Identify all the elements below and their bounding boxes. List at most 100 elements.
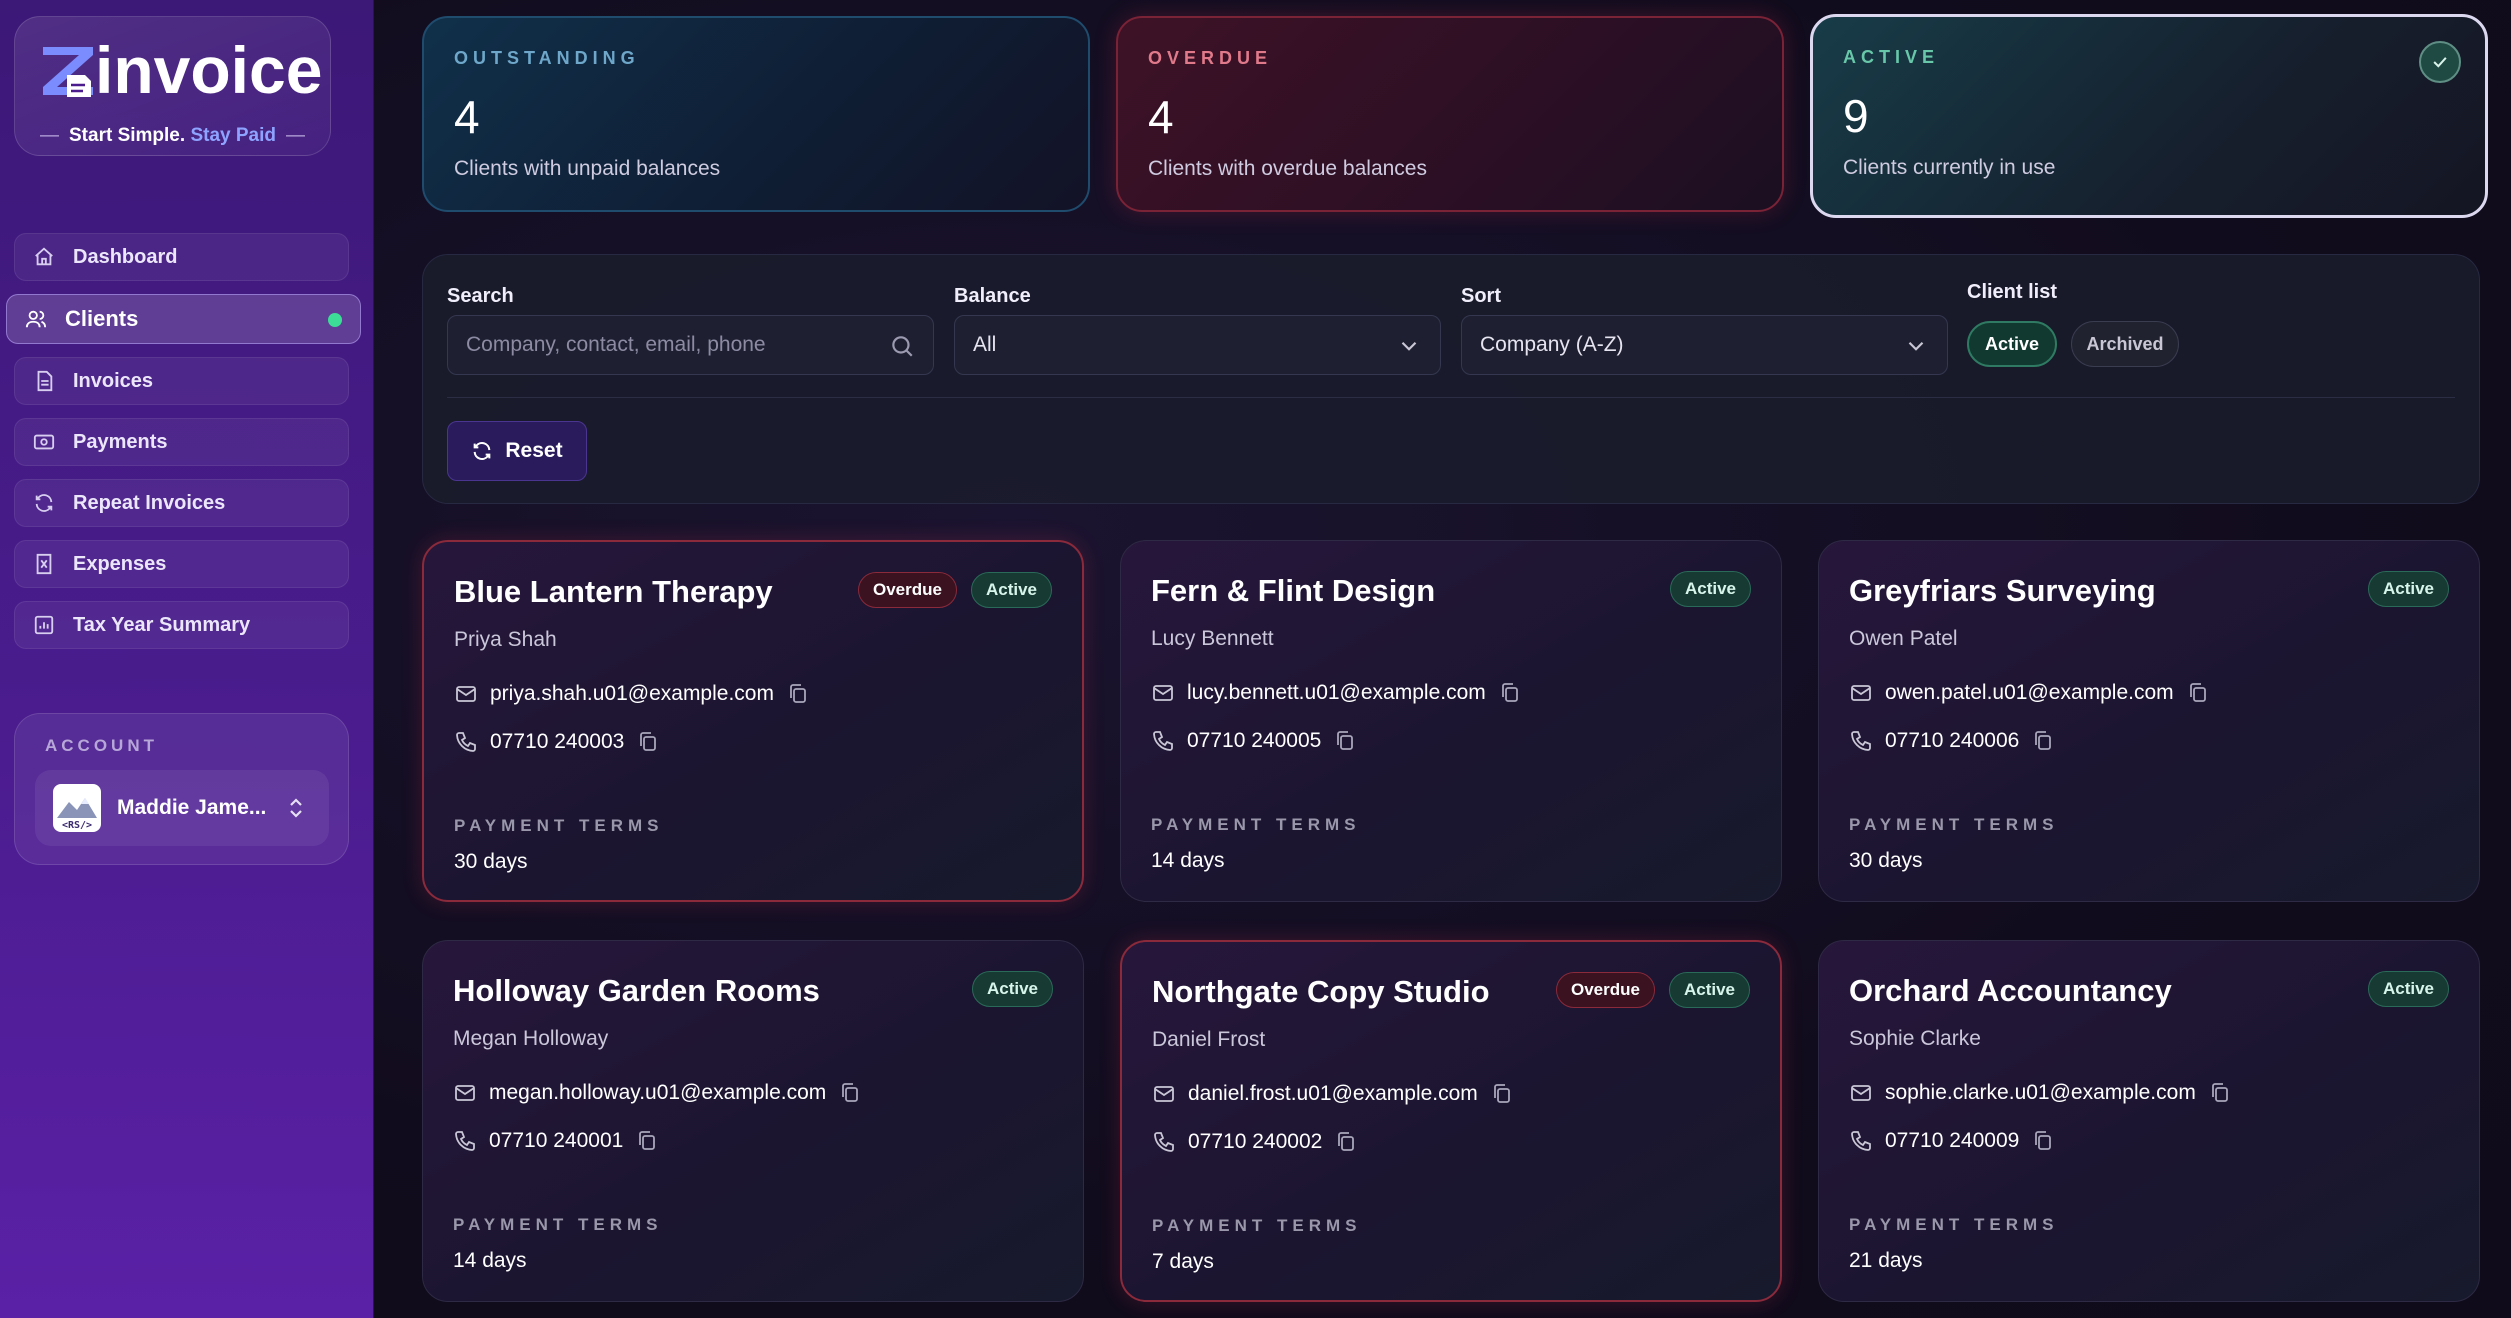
client-company: Greyfriars Surveying bbox=[1849, 573, 2156, 608]
stat-card-active[interactable]: ACTIVE 9 Clients currently in use bbox=[1810, 14, 2488, 218]
payment-terms-label: PAYMENT TERMS bbox=[1151, 815, 1361, 834]
sidebar-item-label: Payments bbox=[73, 430, 168, 453]
sidebar-item-label: Clients bbox=[65, 306, 139, 331]
active-indicator-dot bbox=[328, 313, 342, 327]
active-badge: Active bbox=[971, 971, 1053, 1007]
mail-icon bbox=[1152, 1082, 1176, 1106]
copy-icon[interactable] bbox=[1335, 730, 1355, 752]
client-email[interactable]: lucy.bennett.u01@example.com bbox=[1187, 681, 1486, 705]
client-phone[interactable]: 07710 240003 bbox=[490, 730, 624, 754]
mail-icon bbox=[453, 1081, 477, 1105]
reset-label: Reset bbox=[505, 439, 563, 462]
stat-description: Clients with unpaid balances bbox=[454, 157, 721, 180]
client-phone[interactable]: 07710 240006 bbox=[1885, 729, 2019, 753]
copy-icon[interactable] bbox=[1336, 1131, 1356, 1153]
sidebar-item-expenses[interactable]: Expenses bbox=[14, 540, 349, 588]
balance-select[interactable]: All bbox=[954, 315, 1441, 375]
copy-icon[interactable] bbox=[788, 683, 808, 705]
client-list-archived-toggle[interactable]: Archived bbox=[2071, 321, 2179, 367]
client-contact: Daniel Frost bbox=[1152, 1028, 1266, 1051]
copy-icon[interactable] bbox=[840, 1082, 860, 1104]
client-email[interactable]: priya.shah.u01@example.com bbox=[490, 682, 774, 706]
active-badge: Active bbox=[2367, 571, 2449, 607]
client-email[interactable]: sophie.clarke.u01@example.com bbox=[1885, 1081, 2196, 1105]
main-content: OUTSTANDING 4 Clients with unpaid balanc… bbox=[374, 0, 2511, 1318]
client-company: Orchard Accountancy bbox=[1849, 973, 2172, 1008]
copy-icon[interactable] bbox=[1500, 682, 1520, 704]
balance-label: Balance bbox=[954, 285, 1031, 307]
brand-card[interactable]: invoice — Start Simple. Stay Paid — bbox=[14, 16, 331, 156]
client-email-row: sophie.clarke.u01@example.com bbox=[1849, 1081, 2230, 1105]
client-email[interactable]: daniel.frost.u01@example.com bbox=[1188, 1082, 1478, 1106]
client-phone[interactable]: 07710 240002 bbox=[1188, 1130, 1322, 1154]
payment-terms-value: 7 days bbox=[1152, 1250, 1214, 1273]
repeat-icon bbox=[33, 492, 55, 514]
payment-terms-value: 30 days bbox=[1849, 849, 1923, 872]
phone-icon bbox=[1152, 1130, 1176, 1154]
stat-description: Clients currently in use bbox=[1843, 156, 2056, 179]
mail-icon bbox=[1849, 681, 1873, 705]
file-icon bbox=[33, 370, 55, 392]
sidebar-item-repeat-invoices[interactable]: Repeat Invoices bbox=[14, 479, 349, 527]
client-card-orchard-accountancy[interactable]: Orchard Accountancy Active Sophie Clarke… bbox=[1818, 940, 2480, 1302]
copy-icon[interactable] bbox=[2210, 1082, 2230, 1104]
client-contact: Owen Patel bbox=[1849, 627, 1958, 650]
copy-icon[interactable] bbox=[2033, 730, 2053, 752]
payment-terms-label: PAYMENT TERMS bbox=[1849, 815, 2059, 834]
client-company: Northgate Copy Studio bbox=[1152, 974, 1490, 1009]
sidebar-item-tax-year-summary[interactable]: Tax Year Summary bbox=[14, 601, 349, 649]
sort-label: Sort bbox=[1461, 285, 1501, 307]
client-card-holloway-garden-rooms[interactable]: Holloway Garden Rooms Active Megan Hollo… bbox=[422, 940, 1084, 1302]
client-phone[interactable]: 07710 240001 bbox=[489, 1129, 623, 1153]
client-card-greyfriars-surveying[interactable]: Greyfriars Surveying Active Owen Patel o… bbox=[1818, 540, 2480, 902]
copy-icon[interactable] bbox=[1492, 1083, 1512, 1105]
refresh-icon bbox=[474, 442, 491, 460]
payment-terms-label: PAYMENT TERMS bbox=[1152, 1216, 1362, 1235]
active-badge: Active bbox=[1669, 571, 1751, 607]
sidebar-item-payments[interactable]: Payments bbox=[14, 418, 349, 466]
client-list-active-toggle[interactable]: Active bbox=[1967, 321, 2057, 367]
overdue-badge: Overdue bbox=[1555, 972, 1655, 1008]
account-switcher[interactable]: <RS/> Maddie Jame... bbox=[35, 770, 329, 846]
client-card-fern-flint-design[interactable]: Fern & Flint Design Active Lucy Bennett … bbox=[1120, 540, 1782, 902]
client-email-row: megan.holloway.u01@example.com bbox=[453, 1081, 860, 1105]
copy-icon[interactable] bbox=[2188, 682, 2208, 704]
client-phone[interactable]: 07710 240005 bbox=[1187, 729, 1321, 753]
brand-tagline: — Start Simple. Stay Paid — bbox=[40, 125, 305, 146]
copy-icon[interactable] bbox=[638, 731, 658, 753]
sort-value: Company (A-Z) bbox=[1480, 333, 1624, 356]
client-email-row: owen.patel.u01@example.com bbox=[1849, 681, 2208, 705]
avatar: <RS/> bbox=[53, 784, 101, 832]
mail-icon bbox=[1849, 1081, 1873, 1105]
phone-icon bbox=[454, 730, 478, 754]
chevron-up-down-icon bbox=[286, 796, 306, 820]
sort-select[interactable]: Company (A-Z) bbox=[1461, 315, 1948, 375]
stat-card-outstanding[interactable]: OUTSTANDING 4 Clients with unpaid balanc… bbox=[422, 16, 1090, 212]
users-icon bbox=[25, 308, 47, 330]
account-card: ACCOUNT <RS/> Maddie Jame... bbox=[14, 713, 349, 865]
search-placeholder: Company, contact, email, phone bbox=[466, 333, 766, 356]
client-phone-row: 07710 240006 bbox=[1849, 729, 2053, 753]
client-card-northgate-copy-studio[interactable]: Northgate Copy Studio Overdue Active Dan… bbox=[1120, 940, 1782, 1302]
svg-text:<RS/>: <RS/> bbox=[62, 820, 92, 831]
copy-icon[interactable] bbox=[2033, 1130, 2053, 1152]
sidebar-item-label: Expenses bbox=[73, 552, 167, 575]
stat-card-overdue[interactable]: OVERDUE 4 Clients with overdue balances bbox=[1116, 16, 1784, 212]
client-email[interactable]: megan.holloway.u01@example.com bbox=[489, 1081, 826, 1105]
reset-button[interactable]: Reset bbox=[447, 421, 587, 481]
sidebar-item-clients[interactable]: Clients bbox=[6, 294, 361, 344]
client-phone[interactable]: 07710 240009 bbox=[1885, 1129, 2019, 1153]
stat-label: OUTSTANDING bbox=[454, 48, 640, 68]
copy-icon[interactable] bbox=[637, 1130, 657, 1152]
sidebar-item-dashboard[interactable]: Dashboard bbox=[14, 233, 349, 281]
client-phone-row: 07710 240009 bbox=[1849, 1129, 2053, 1153]
stat-value: 9 bbox=[1843, 90, 1869, 142]
client-card-blue-lantern-therapy[interactable]: Blue Lantern Therapy Overdue Active Priy… bbox=[422, 540, 1084, 902]
client-email[interactable]: owen.patel.u01@example.com bbox=[1885, 681, 2174, 705]
phone-icon bbox=[1151, 729, 1175, 753]
stat-description: Clients with overdue balances bbox=[1148, 157, 1427, 180]
chevron-down-icon bbox=[1396, 333, 1422, 359]
search-input[interactable]: Company, contact, email, phone bbox=[447, 315, 934, 375]
sidebar-item-invoices[interactable]: Invoices bbox=[14, 357, 349, 405]
search-icon bbox=[889, 333, 915, 359]
